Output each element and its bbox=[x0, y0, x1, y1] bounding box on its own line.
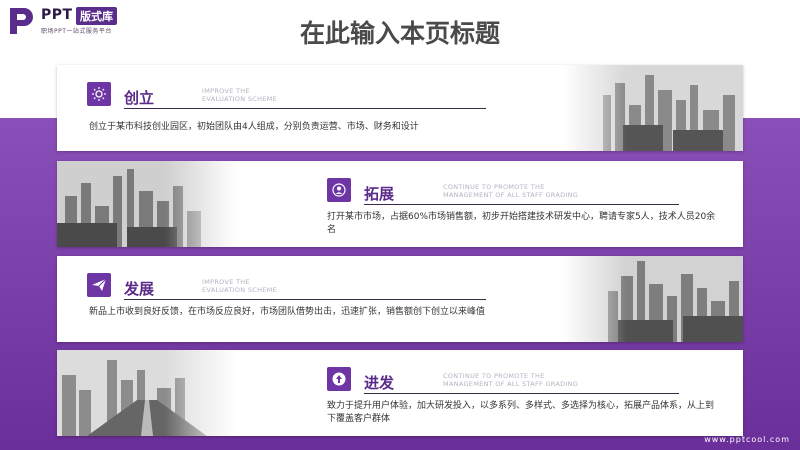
card-title: 创立 bbox=[124, 89, 155, 107]
card-subtitle: CONTINUE TO PROMOTE THE MANAGEMENT OF AL… bbox=[443, 183, 579, 199]
city-photo bbox=[563, 65, 743, 151]
card-description: 创立于某市科技创业园区，初始团队由4人组成，分别负责运营、市场、财务和设计 bbox=[89, 122, 419, 132]
timeline-card-1: 创立 IMPROVE THE EVALUATION SCHEME 创立于某市科技… bbox=[57, 65, 743, 151]
paper-plane-icon bbox=[87, 273, 111, 297]
card-subtitle: IMPROVE THE EVALUATION SCHEME bbox=[202, 87, 277, 103]
card-title: 进发 bbox=[364, 374, 395, 392]
title-underline bbox=[364, 393, 679, 394]
card-subtitle: CONTINUE TO PROMOTE THE MANAGEMENT OF AL… bbox=[443, 372, 579, 388]
card-description: 新品上市收到良好反馈，在市场反应良好，市场团队借势出击，迅速扩张，销售额创下创立… bbox=[89, 307, 486, 317]
city-photo bbox=[563, 256, 743, 342]
title-underline bbox=[124, 299, 486, 300]
page-title: 在此输入本页标题 bbox=[299, 19, 500, 48]
card-description: 打开某市市场，占据60%市场销售额，初步开始搭建技术研发中心，聘请专家5人，技术… bbox=[327, 212, 716, 235]
card-description: 致力于提升用户体验，加大研发投入，以多系列、多样式、多选择为核心，拓展产品体系，… bbox=[327, 401, 715, 424]
title-underline bbox=[124, 108, 486, 109]
city-photo bbox=[57, 350, 237, 436]
card-title: 发展 bbox=[124, 280, 155, 298]
card-title: 拓展 bbox=[364, 185, 395, 203]
arrow-up-circle-icon bbox=[327, 367, 351, 391]
timeline-card-2: 拓展 CONTINUE TO PROMOTE THE MANAGEMENT OF… bbox=[57, 161, 743, 247]
card-subtitle: IMPROVE THE EVALUATION SCHEME bbox=[202, 278, 277, 294]
footer-url: www.pptcool.com bbox=[704, 435, 790, 444]
city-photo bbox=[57, 161, 237, 247]
title-underline bbox=[364, 204, 679, 205]
timeline-card-3: 发展 IMPROVE THE EVALUATION SCHEME 新品上市收到良… bbox=[57, 256, 743, 342]
sun-icon bbox=[87, 82, 111, 106]
timeline-card-4: 进发 CONTINUE TO PROMOTE THE MANAGEMENT OF… bbox=[57, 350, 743, 436]
user-icon bbox=[327, 178, 351, 202]
